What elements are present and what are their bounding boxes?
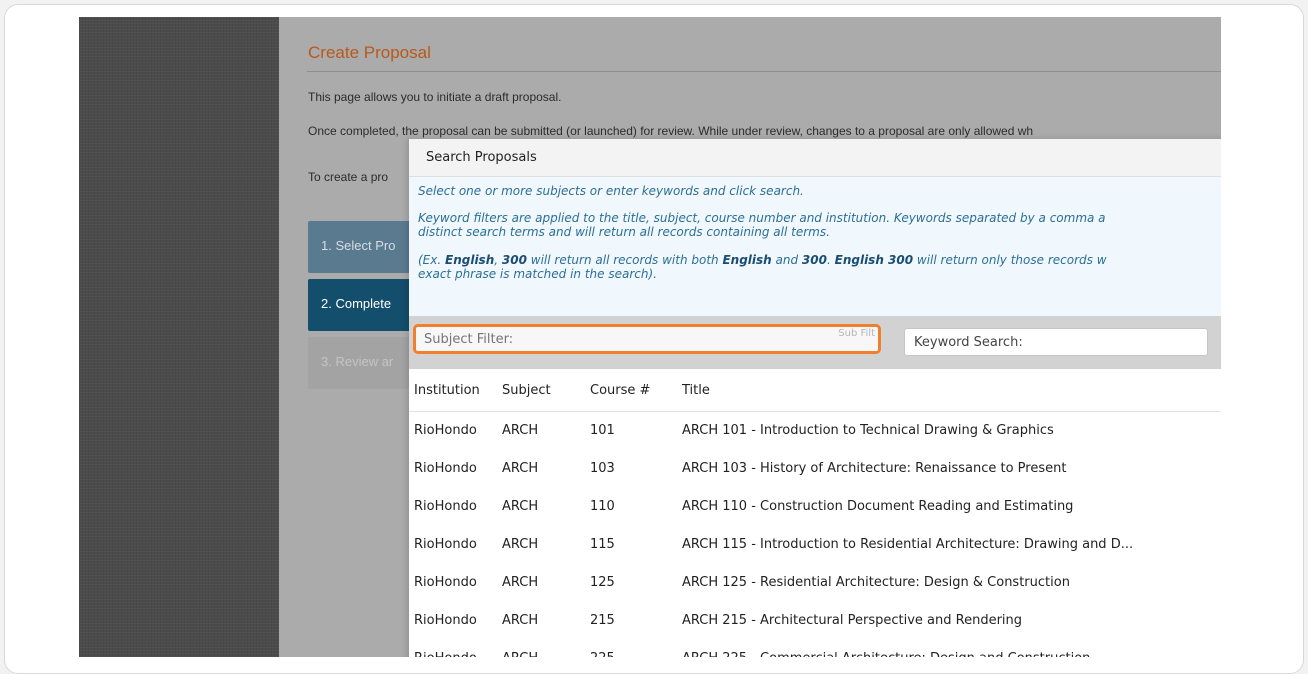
search-proposals-dialog: Search Proposals Select one or more subj… — [409, 139, 1221, 657]
create-instructions: To create a pro — [308, 170, 389, 184]
cell-subject: ARCH — [502, 499, 539, 514]
search-help-panel: Select one or more subjects or enter key… — [409, 177, 1221, 317]
example-keyword: English 300 — [834, 253, 914, 267]
cell-title: ARCH 103 - History of Architecture: Rena… — [682, 461, 1067, 476]
table-row[interactable]: RioHondo ARCH 115 ARCH 115 - Introductio… — [409, 526, 1221, 564]
title-divider — [307, 71, 1221, 72]
help-line-2: Keyword filters are applied to the title… — [418, 211, 1221, 239]
cell-institution: RioHondo — [414, 499, 477, 514]
cell-title: ARCH 215 - Architectural Perspective and… — [682, 613, 1023, 628]
cell-subject: ARCH — [497, 640, 585, 657]
help-line-2a: Keyword filters are applied to the title… — [418, 211, 1106, 225]
table-row[interactable]: RioHondo ARCH 215 ARCH 215 - Architectur… — [409, 602, 1221, 640]
example-text: exact phrase is matched in the search). — [418, 267, 657, 281]
example-text: . — [826, 253, 835, 267]
table-row[interactable]: RioHondo ARCH 103 ARCH 103 - History of … — [409, 450, 1221, 488]
cell-title: ARCH 125 - Residential Architecture: Des… — [682, 575, 1070, 590]
dialog-title: Search Proposals — [409, 139, 1221, 177]
filter-bar: Sub Filt — [409, 316, 1221, 369]
table-row[interactable]: RioHondo ARCH 125 ARCH 125 - Residential… — [409, 564, 1221, 602]
page-title: Create Proposal — [308, 43, 431, 62]
cell-course: 225 — [585, 640, 677, 657]
cell-subject: ARCH — [502, 537, 539, 552]
review-description: Once completed, the proposal can be subm… — [308, 124, 1034, 138]
example-keyword: English — [722, 253, 772, 267]
column-header-subject[interactable]: Subject — [497, 369, 585, 412]
cell-course: 103 — [590, 461, 615, 476]
example-keyword: 300 — [801, 253, 827, 267]
example-text: will return only those records w — [913, 253, 1107, 267]
cell-subject: ARCH — [502, 575, 539, 590]
sidebar — [79, 17, 279, 657]
cell-course: 215 — [590, 613, 615, 628]
cell-institution: RioHondo — [414, 461, 477, 476]
cell-title: ARCH 110 - Construction Document Reading… — [682, 499, 1074, 514]
cell-institution: RioHondo — [409, 640, 497, 657]
cell-institution: RioHondo — [414, 575, 477, 590]
cell-institution: RioHondo — [414, 613, 477, 628]
example-text: and — [771, 253, 802, 267]
help-line-1: Select one or more subjects or enter key… — [418, 184, 804, 198]
example-keyword: English — [445, 253, 495, 267]
example-text: will return all records with both — [526, 253, 723, 267]
help-example: (Ex. English, 300 will return all record… — [418, 253, 1221, 281]
table-row[interactable]: RioHondo ARCH 110 ARCH 110 - Constructio… — [409, 488, 1221, 526]
cell-institution: RioHondo — [414, 423, 477, 438]
cell-subject: ARCH — [502, 461, 539, 476]
example-text: (Ex. — [418, 253, 445, 267]
cell-title: ARCH 101 - Introduction to Technical Dra… — [682, 423, 1054, 438]
table-row[interactable]: RioHondo ARCH 225 ARCH 225 - Commercial … — [409, 640, 1221, 657]
column-header-title[interactable]: Title — [677, 369, 1221, 412]
cell-institution: RioHondo — [414, 537, 477, 552]
table-header-row: Institution Subject Course # Title — [409, 369, 1221, 412]
column-header-course[interactable]: Course # — [585, 369, 677, 412]
app-screen: Create Proposal This page allows you to … — [79, 17, 1221, 657]
keyword-search-input[interactable] — [904, 328, 1208, 356]
results-table: Institution Subject Course # Title RioHo… — [409, 369, 1221, 657]
column-header-institution[interactable]: Institution — [409, 369, 497, 412]
table-row[interactable]: RioHondo ARCH 101 ARCH 101 - Introductio… — [409, 412, 1221, 450]
cell-course: 125 — [590, 575, 615, 590]
intro-text: This page allows you to initiate a draft… — [308, 90, 562, 104]
help-line-2b: distinct search terms and will return al… — [418, 225, 830, 239]
cell-subject: ARCH — [502, 423, 539, 438]
cell-course: 115 — [590, 537, 615, 552]
example-text: , — [494, 253, 502, 267]
example-keyword: 300 — [501, 253, 527, 267]
cell-title: ARCH 225 - Commercial Architecture: Desi… — [677, 640, 1221, 657]
subject-filter-input[interactable] — [418, 329, 852, 349]
cell-course: 101 — [590, 423, 615, 438]
cell-title: ARCH 115 - Introduction to Residential A… — [682, 537, 1134, 552]
cell-subject: ARCH — [502, 613, 539, 628]
cell-course: 110 — [590, 499, 615, 514]
subject-filter-icon[interactable]: Sub Filt — [838, 328, 875, 339]
screenshot-frame: Create Proposal This page allows you to … — [4, 4, 1304, 674]
subject-filter-highlight: Sub Filt — [413, 324, 881, 354]
